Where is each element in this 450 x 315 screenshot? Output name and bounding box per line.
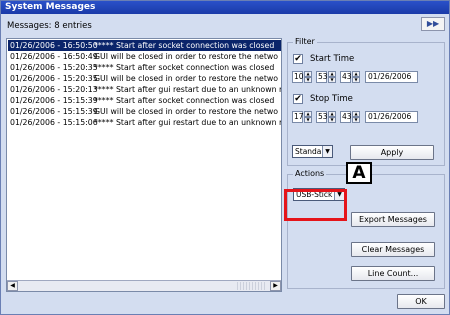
start-second-value[interactable]: 43	[340, 71, 352, 83]
stop-second-value[interactable]: 43	[340, 111, 352, 123]
message-text: ***** Start after gui restart due to an …	[94, 118, 281, 127]
stop-minute-value[interactable]: 53	[316, 111, 328, 123]
actions-group-label: Actions	[293, 169, 327, 179]
export-messages-button[interactable]: Export Messages	[351, 212, 435, 227]
message-time: 01/26/2006 - 15:20:13	[10, 85, 98, 94]
message-time: 01/26/2006 - 15:15:39	[10, 96, 98, 105]
apply-button[interactable]: Apply	[350, 145, 434, 160]
scroll-right-icon[interactable]: ▶	[270, 281, 281, 291]
chevron-down-icon[interactable]: ▼	[322, 146, 332, 157]
start-hour-value[interactable]: 10	[292, 71, 304, 83]
message-time: 01/26/2006 - 15:15:39	[10, 107, 98, 116]
message-row[interactable]: 01/26/2006 - 16:50:50***** Start after s…	[8, 40, 281, 51]
message-row[interactable]: 01/26/2006 - 16:50:49GUI will be closed …	[8, 51, 281, 62]
horizontal-scrollbar[interactable]: ◀ ▶	[7, 280, 281, 291]
entries-count-label: Messages: 8 entries	[7, 21, 92, 31]
line-count-button[interactable]: Line Count...	[351, 266, 435, 281]
message-list[interactable]: 01/26/2006 - 16:50:50***** Start after s…	[6, 38, 282, 292]
window-title: System Messages	[1, 1, 449, 14]
filter-mode-select[interactable]: Standard ▼	[292, 145, 333, 158]
message-text: ***** Start after socket connection was …	[94, 41, 275, 50]
message-text: GUI will be closed in order to restore t…	[94, 52, 279, 61]
stop-date-field[interactable]: 01/26/2006	[365, 111, 418, 123]
clear-messages-button[interactable]: Clear Messages	[351, 242, 435, 257]
message-text: ***** Start after socket connection was …	[94, 63, 275, 72]
scroll-thumb[interactable]	[237, 282, 267, 290]
window-body: Messages: 8 entries ▶▶ 01/26/2006 - 16:5…	[1, 14, 449, 314]
start-time-checkbox[interactable]: ✔	[293, 54, 303, 64]
message-time: 01/26/2006 - 15:20:35	[10, 63, 98, 72]
message-row[interactable]: 01/26/2006 - 15:20:35***** Start after s…	[8, 62, 281, 73]
spin-down-icon[interactable]: ▼	[352, 117, 360, 123]
stop-hour-value[interactable]: 17	[292, 111, 304, 123]
start-date-field[interactable]: 01/26/2006	[365, 71, 418, 83]
spin-down-icon[interactable]: ▼	[328, 77, 336, 83]
message-row[interactable]: 01/26/2006 - 15:15:39GUI will be closed …	[8, 106, 281, 117]
spin-down-icon[interactable]: ▼	[352, 77, 360, 83]
message-time: 01/26/2006 - 15:20:35	[10, 74, 98, 83]
scroll-left-icon[interactable]: ◀	[7, 281, 18, 291]
stop-time-checkbox[interactable]: ✔	[293, 94, 303, 104]
message-row[interactable]: 01/26/2006 - 15:15:06***** Start after g…	[8, 117, 281, 128]
message-row[interactable]: 01/26/2006 - 15:20:35GUI will be closed …	[8, 73, 281, 84]
spin-down-icon[interactable]: ▼	[304, 77, 312, 83]
ok-button[interactable]: OK	[397, 294, 445, 309]
message-text: ***** Start after gui restart due to an …	[94, 85, 281, 94]
spin-down-icon[interactable]: ▼	[328, 117, 336, 123]
message-text: ***** Start after socket connection was …	[94, 96, 275, 105]
message-row[interactable]: 01/26/2006 - 15:15:39***** Start after s…	[8, 95, 281, 106]
callout-label: A	[346, 162, 372, 184]
filter-group-label: Filter	[293, 37, 317, 47]
start-minute-value[interactable]: 53	[316, 71, 328, 83]
spin-down-icon[interactable]: ▼	[304, 117, 312, 123]
system-messages-window: System Messages Messages: 8 entries ▶▶ 0…	[0, 0, 450, 315]
highlight-box	[284, 189, 347, 221]
filter-group: Filter ✔ Start Time 10 ▲ ▼ 53 ▲ ▼ 43 ▲ ▼…	[287, 37, 445, 166]
start-time-label: Start Time	[310, 54, 355, 64]
forward-button[interactable]: ▶▶	[421, 17, 445, 31]
message-text: GUI will be closed in order to restore t…	[94, 107, 279, 116]
message-row[interactable]: 01/26/2006 - 15:20:13***** Start after g…	[8, 84, 281, 95]
stop-time-label: Stop Time	[310, 94, 353, 104]
message-time: 01/26/2006 - 16:50:50	[10, 41, 98, 50]
message-time: 01/26/2006 - 16:50:49	[10, 52, 98, 61]
message-text: GUI will be closed in order to restore t…	[94, 74, 279, 83]
message-time: 01/26/2006 - 15:15:06	[10, 118, 98, 127]
